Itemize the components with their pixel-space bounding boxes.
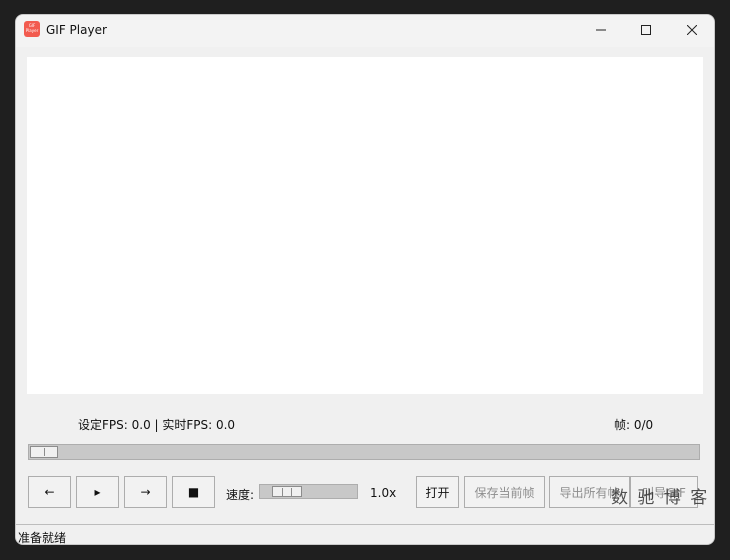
open-button[interactable]: 打开 [416,476,459,508]
speed-slider-handle[interactable] [272,486,302,497]
close-icon [687,25,697,35]
speed-slider[interactable] [259,484,358,499]
handle-groove [291,488,292,496]
frame-progress-slider[interactable] [28,444,700,460]
watermark: 数 驰 博 客 [611,488,710,508]
next-frame-button[interactable]: → [124,476,167,508]
close-button[interactable] [669,15,714,45]
app-logo-icon: GIF Player [24,21,40,37]
title-bar: GIF Player GIF Player [16,15,714,47]
minimize-button[interactable] [578,15,624,45]
status-text: 准备就绪 [18,531,67,545]
progress-slider-handle[interactable] [30,446,58,458]
status-bar: 准备就绪 [16,524,714,545]
speed-value: 1.0x [370,486,397,500]
play-button[interactable]: ▸ [76,476,119,508]
minimize-icon [596,29,606,31]
fps-label: 设定FPS: 0.0 | 实时FPS: 0.0 [78,418,236,432]
stop-button[interactable]: ■ [172,476,215,508]
maximize-button[interactable] [623,15,669,45]
prev-frame-button[interactable]: ← [28,476,71,508]
speed-label: 速度: [226,488,255,502]
gif-display-canvas [27,57,703,394]
window-title: GIF Player [46,23,107,37]
handle-groove [282,488,283,496]
maximize-icon [641,25,651,35]
app-window: GIF Player GIF Player 设定FPS: 0.0 | 实时FPS… [15,14,715,545]
handle-groove [44,448,45,456]
save-frame-button[interactable]: 保存当前帧 [464,476,545,508]
frame-counter: 帧: 0/0 [614,418,654,432]
